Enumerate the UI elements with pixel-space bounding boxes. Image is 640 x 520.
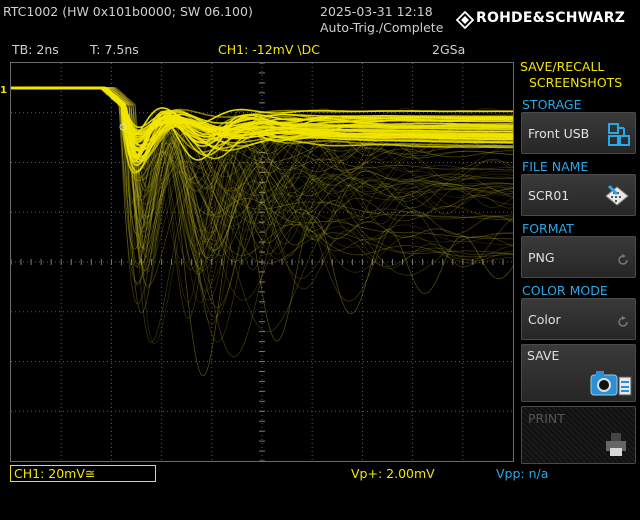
rs-diamond-logo-icon — [455, 10, 475, 30]
timebase[interactable]: TB: 2ns — [12, 42, 59, 57]
device-info: RTC1002 (HW 0x101b0000; SW 06.100) — [3, 4, 253, 19]
storage-value: Front USB — [528, 126, 590, 141]
cycle-arrow-icon — [617, 251, 629, 270]
file-name-softkey[interactable]: SCR01 — [521, 174, 636, 216]
printer-icon — [605, 433, 627, 461]
usb-storage-icon — [607, 122, 631, 152]
brand-logo: ROHDE&SCHWARZ — [476, 10, 626, 26]
waveform-svg — [11, 63, 513, 461]
vp-plus-measurement: Vp+: 2.00mV — [351, 466, 435, 481]
color-mode-softkey[interactable]: Color — [521, 298, 636, 340]
format-softkey[interactable]: PNG — [521, 236, 636, 278]
print-label: PRINT — [528, 411, 565, 426]
sample-rate: 2GSa — [432, 42, 466, 57]
cycle-arrow-icon — [617, 313, 629, 332]
waveform-display[interactable] — [10, 62, 514, 462]
menu-title-line2: SCREENSHOTS — [529, 75, 623, 90]
storage-softkey[interactable]: Front USB — [521, 112, 636, 154]
vpp-measurement: Vpp: n/a — [496, 466, 549, 481]
storage-label: STORAGE — [522, 97, 582, 112]
color-mode-label: COLOR MODE — [522, 283, 608, 298]
measurement-footer: CH1: 20mV≅ Vp+: 2.00mV Vpp: n/a — [0, 462, 640, 520]
file-name-label: FILE NAME — [522, 159, 589, 174]
menu-title-line1: SAVE/RECALL — [520, 59, 605, 74]
trigger-time[interactable]: T: 7.5ns — [90, 42, 139, 57]
format-label: FORMAT — [522, 221, 574, 236]
top-bar: RTC1002 (HW 0x101b0000; SW 06.100) 2025-… — [0, 0, 640, 40]
color-mode-value: Color — [528, 312, 561, 327]
datetime: 2025-03-31 12:18 — [320, 4, 433, 19]
softkey-menu: SAVE/RECALL SCREENSHOTS STORAGE Front US… — [517, 56, 640, 520]
camera-save-icon — [590, 369, 632, 401]
file-name-value: SCR01 — [528, 188, 570, 203]
channel-trigger-level[interactable]: CH1: -12mV \DC — [218, 42, 320, 57]
ch1-ground-marker[interactable]: 1 — [0, 85, 7, 96]
format-value: PNG — [528, 250, 555, 265]
save-softkey[interactable]: SAVE — [521, 344, 636, 402]
trigger-status: Auto-Trig./Complete — [320, 20, 444, 35]
save-label: SAVE — [527, 348, 560, 363]
print-softkey: PRINT — [521, 406, 636, 464]
keyboard-pen-icon — [603, 182, 631, 214]
status-row: TB: 2ns T: 7.5ns CH1: -12mV \DC 2GSa — [0, 40, 515, 60]
ch1-scale-box[interactable]: CH1: 20mV≅ — [10, 465, 156, 482]
